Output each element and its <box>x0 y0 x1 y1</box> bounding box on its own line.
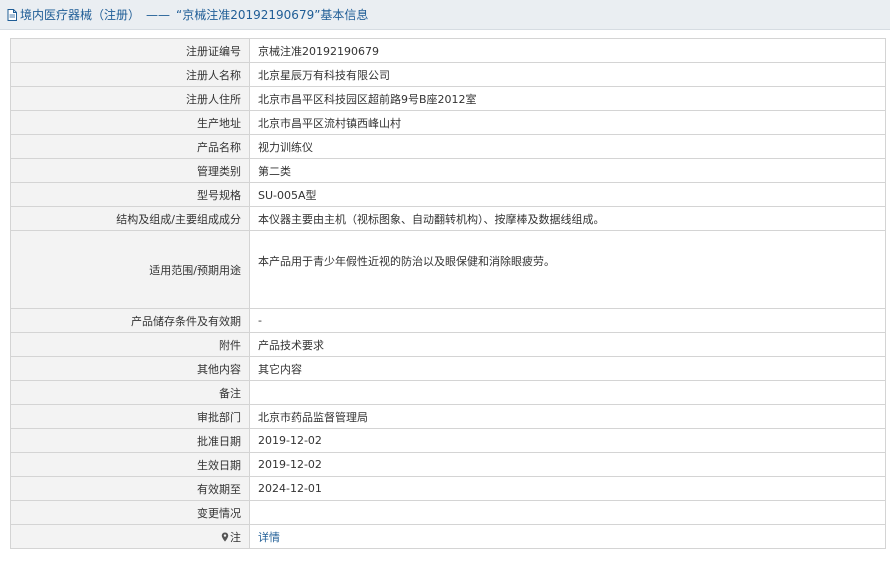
row-value: 北京市昌平区科技园区超前路9号B座2012室 <box>249 86 886 111</box>
table-row: 管理类别 第二类 <box>10 158 886 183</box>
row-label: 产品名称 <box>10 134 250 159</box>
table-row: 产品储存条件及有效期 - <box>10 308 886 333</box>
table-row: 注册人名称 北京星辰万有科技有限公司 <box>10 62 886 87</box>
header-record-title: “京械注准20192190679”基本信息 <box>176 8 369 22</box>
row-label: 结构及组成/主要组成成分 <box>10 206 250 231</box>
table-row: 审批部门 北京市药品监督管理局 <box>10 404 886 429</box>
row-value <box>249 500 886 525</box>
row-label: 审批部门 <box>10 404 250 429</box>
table-row: 生产地址 北京市昌平区流村镇西峰山村 <box>10 110 886 135</box>
map-pin-icon <box>221 532 229 542</box>
table-row: 注册证编号 京械注准20192190679 <box>10 38 886 63</box>
row-label: 其他内容 <box>10 356 250 381</box>
row-value: 2019-12-02 <box>249 428 886 453</box>
row-label: 注册人住所 <box>10 86 250 111</box>
row-value: 2024-12-01 <box>249 476 886 501</box>
row-value: 北京市昌平区流村镇西峰山村 <box>249 110 886 135</box>
table-row: 生效日期 2019-12-02 <box>10 452 886 477</box>
note-label-text: 注 <box>230 530 241 544</box>
row-label: 产品储存条件及有效期 <box>10 308 250 333</box>
row-label: 批准日期 <box>10 428 250 453</box>
note-label-cell: 注 <box>10 524 250 549</box>
row-value: 第二类 <box>249 158 886 183</box>
row-value: 2019-12-02 <box>249 452 886 477</box>
row-label: 生产地址 <box>10 110 250 135</box>
detail-table: 注册证编号 京械注准20192190679 注册人名称 北京星辰万有科技有限公司… <box>10 38 886 549</box>
row-value: SU-005A型 <box>249 182 886 207</box>
row-label: 注册人名称 <box>10 62 250 87</box>
row-value <box>249 380 886 405</box>
row-value: 本仪器主要由主机（视标图象、自动翻转机构）、按摩棒及数据线组成。 <box>249 206 886 231</box>
row-value: 视力训练仪 <box>249 134 886 159</box>
details-link[interactable]: 详情 <box>258 531 280 544</box>
table-row: 型号规格 SU-005A型 <box>10 182 886 207</box>
row-label: 生效日期 <box>10 452 250 477</box>
table-row: 批准日期 2019-12-02 <box>10 428 886 453</box>
detail-table-container: 注册证编号 京械注准20192190679 注册人名称 北京星辰万有科技有限公司… <box>10 38 886 549</box>
row-label: 有效期至 <box>10 476 250 501</box>
row-value: 本产品用于青少年假性近视的防治以及眼保健和消除眼疲劳。 <box>249 230 886 309</box>
row-value: 其它内容 <box>249 356 886 381</box>
table-row: 有效期至 2024-12-01 <box>10 476 886 501</box>
row-value: 北京市药品监督管理局 <box>249 404 886 429</box>
table-row: 其他内容 其它内容 <box>10 356 886 381</box>
page-title-bar: 境内医疗器械（注册） —— “京械注准20192190679”基本信息 <box>0 0 890 30</box>
document-icon <box>7 8 17 21</box>
header-category: 境内医疗器械（注册） <box>20 8 141 22</box>
row-label: 型号规格 <box>10 182 250 207</box>
row-value: 产品技术要求 <box>249 332 886 357</box>
table-row: 附件 产品技术要求 <box>10 332 886 357</box>
note-value-cell: 详情 <box>249 524 886 549</box>
table-row: 变更情况 <box>10 500 886 525</box>
row-label: 注册证编号 <box>10 38 250 63</box>
note-label: 注 <box>221 529 241 545</box>
table-row: 适用范围/预期用途 本产品用于青少年假性近视的防治以及眼保健和消除眼疲劳。 <box>10 230 886 309</box>
table-row: 产品名称 视力训练仪 <box>10 134 886 159</box>
row-value: 京械注准20192190679 <box>249 38 886 63</box>
row-label: 适用范围/预期用途 <box>10 230 250 309</box>
table-row: 注册人住所 北京市昌平区科技园区超前路9号B座2012室 <box>10 86 886 111</box>
header-separator: —— <box>146 7 171 22</box>
row-label: 变更情况 <box>10 500 250 525</box>
note-row: 注 详情 <box>10 524 886 549</box>
row-label: 备注 <box>10 380 250 405</box>
row-label: 附件 <box>10 332 250 357</box>
table-row: 备注 <box>10 380 886 405</box>
table-row: 结构及组成/主要组成成分 本仪器主要由主机（视标图象、自动翻转机构）、按摩棒及数… <box>10 206 886 231</box>
row-value: 北京星辰万有科技有限公司 <box>249 62 886 87</box>
row-value: - <box>249 308 886 333</box>
row-label: 管理类别 <box>10 158 250 183</box>
